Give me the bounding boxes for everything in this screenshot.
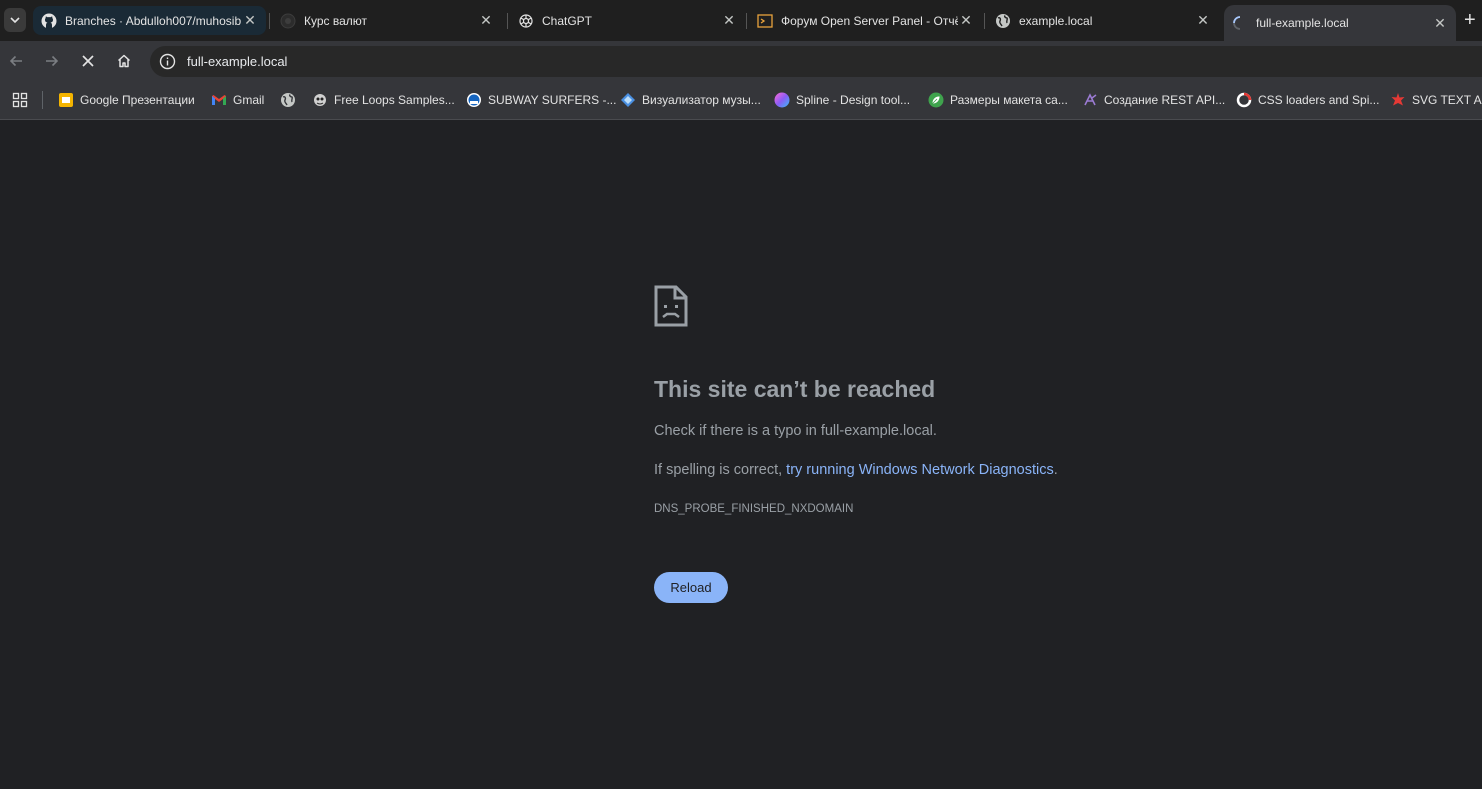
tab-strip: Branches · Abdulloh007/muhosib ✕ Курс ва… <box>0 0 1482 41</box>
error-diagnostics-hint: If spelling is correct, try running Wind… <box>654 462 1058 478</box>
google-slides-icon <box>58 92 74 108</box>
arrow-right-icon <box>46 55 59 67</box>
address-bar[interactable]: full-example.local <box>150 46 1482 77</box>
bookmark-label: Gmail <box>233 93 265 107</box>
bookmark-label: SVG TEXT ANIMATION <box>1412 93 1482 107</box>
tab-github-branches[interactable]: Branches · Abdulloh007/muhosib ✕ <box>33 6 266 35</box>
url-text: full-example.local <box>187 54 288 69</box>
home-icon <box>117 54 131 68</box>
globe-icon <box>995 13 1011 29</box>
tab-divider <box>746 13 747 29</box>
error-typo-hint: Check if there is a typo in full-example… <box>654 423 937 439</box>
apps-button[interactable] <box>12 91 34 109</box>
bookmark-label: Spline - Design tool... <box>796 93 911 107</box>
chevron-down-icon <box>10 17 20 24</box>
reload-button[interactable]: Reload <box>654 572 728 603</box>
browser-window: Branches · Abdulloh007/muhosib ✕ Курс ва… <box>0 0 1482 789</box>
svg-star-icon <box>1390 92 1406 108</box>
error-title: This site can’t be reached <box>654 376 936 402</box>
close-tab-icon[interactable]: ✕ <box>1195 12 1211 29</box>
bookmark-svg-text-animation[interactable]: SVG TEXT ANIMATION <box>1390 91 1482 109</box>
bookmark-label: Создание REST API... <box>1104 93 1226 107</box>
bookmark-free-loops[interactable]: Free Loops Samples... <box>312 91 455 109</box>
bookmark-music-visualizer[interactable]: Визуализатор музы... <box>620 91 761 109</box>
tab-title: Форум Open Server Panel - Отчёты <box>781 13 958 28</box>
tab-open-server-forum[interactable]: Форум Open Server Panel - Отчёты ✕ <box>749 6 982 35</box>
tab-chatgpt[interactable]: ChatGPT ✕ <box>510 6 745 35</box>
bookmark-layout-sizes[interactable]: Размеры макета са... <box>928 91 1068 109</box>
tab-example-local[interactable]: example.local ✕ <box>987 6 1219 35</box>
terminal-icon <box>757 13 773 29</box>
diagnostics-prefix: If spelling is correct, <box>654 462 787 478</box>
visualizer-icon <box>620 92 636 108</box>
subway-icon <box>466 92 482 108</box>
loading-spinner-icon <box>1232 15 1248 31</box>
loader-ring-icon <box>1236 92 1252 108</box>
home-button[interactable] <box>113 50 135 72</box>
bookmark-label: Визуализатор музы... <box>642 93 761 107</box>
back-button[interactable] <box>5 50 27 72</box>
site-info-icon[interactable] <box>159 53 176 70</box>
tab-title: ChatGPT <box>542 13 593 28</box>
bookmark-globe[interactable] <box>280 91 302 109</box>
globe-icon <box>280 92 296 108</box>
tab-divider <box>269 13 270 29</box>
page-content: This site can’t be reached Check if ther… <box>0 121 1482 789</box>
forward-button[interactable] <box>41 50 63 72</box>
stop-loading-button[interactable] <box>77 50 99 72</box>
bookmark-gmail[interactable]: Gmail <box>211 91 264 109</box>
github-icon <box>41 13 57 29</box>
bookmarks-separator <box>42 91 43 109</box>
bookmarks-bar: Google Презентации Gmail Free Loops Samp… <box>0 81 1482 120</box>
arrow-left-icon <box>9 55 22 67</box>
tab-divider <box>984 13 985 29</box>
toolbar: full-example.local <box>0 41 1482 81</box>
sad-document-icon <box>654 285 688 327</box>
apps-grid-icon <box>12 92 28 108</box>
bookmark-google-slides[interactable]: Google Презентации <box>58 91 195 109</box>
bookmark-label: Free Loops Samples... <box>334 93 455 107</box>
bookmark-rest-api[interactable]: Создание REST API... <box>1082 91 1225 109</box>
close-icon <box>82 55 94 67</box>
bookmark-spline[interactable]: Spline - Design tool... <box>774 91 910 109</box>
dark-circle-icon <box>280 13 296 29</box>
bookmark-subway-surfers[interactable]: SUBWAY SURFERS -... <box>466 91 616 109</box>
bookmark-label: SUBWAY SURFERS -... <box>488 93 617 107</box>
new-tab-button[interactable]: + <box>1464 10 1476 30</box>
error-code: DNS_PROBE_FINISHED_NXDOMAIN <box>654 503 854 515</box>
tab-full-example-local-active[interactable]: full-example.local ✕ <box>1224 5 1456 41</box>
bookmark-label: CSS loaders and Spi... <box>1258 93 1380 107</box>
bookmark-css-loaders[interactable]: CSS loaders and Spi... <box>1236 91 1379 109</box>
tab-title: Branches · Abdulloh007/muhosib <box>65 13 242 28</box>
leaf-icon <box>928 92 944 108</box>
bookmark-label: Размеры макета са... <box>950 93 1068 107</box>
close-tab-icon[interactable]: ✕ <box>478 12 494 29</box>
bookmark-label: Google Презентации <box>80 93 195 107</box>
loops-icon <box>312 92 328 108</box>
api-icon <box>1082 92 1098 108</box>
close-tab-icon[interactable]: ✕ <box>242 12 258 29</box>
close-tab-icon[interactable]: ✕ <box>958 12 974 29</box>
openai-icon <box>518 13 534 29</box>
diagnostics-suffix: . <box>1053 462 1058 478</box>
tab-currency[interactable]: Курс валют ✕ <box>272 6 502 35</box>
close-tab-icon[interactable]: ✕ <box>1432 15 1448 31</box>
network-diagnostics-link[interactable]: try running Windows Network Diagnostics <box>786 462 1054 478</box>
gmail-icon <box>211 92 227 108</box>
tab-search-button[interactable] <box>4 8 26 32</box>
close-tab-icon[interactable]: ✕ <box>721 12 737 29</box>
spline-icon <box>774 92 790 108</box>
tab-title: example.local <box>1019 13 1093 28</box>
tab-title: full-example.local <box>1256 16 1349 30</box>
tab-title: Курс валют <box>304 13 368 28</box>
tab-divider <box>507 13 508 29</box>
